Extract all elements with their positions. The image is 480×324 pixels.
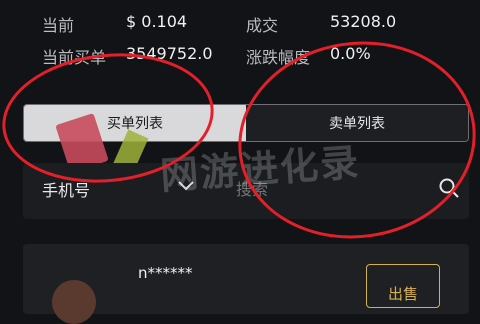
- current-price-label: 当前: [42, 16, 75, 35]
- list-item-username: n******: [138, 264, 193, 282]
- deal-value: 53208.0: [330, 12, 397, 31]
- avatar: [52, 280, 96, 324]
- sell-button-label: 出售: [387, 285, 418, 303]
- deal-label: 成交: [246, 16, 279, 35]
- sell-button[interactable]: 出售: [366, 264, 440, 308]
- current-price-value: $ 0.104: [126, 12, 188, 31]
